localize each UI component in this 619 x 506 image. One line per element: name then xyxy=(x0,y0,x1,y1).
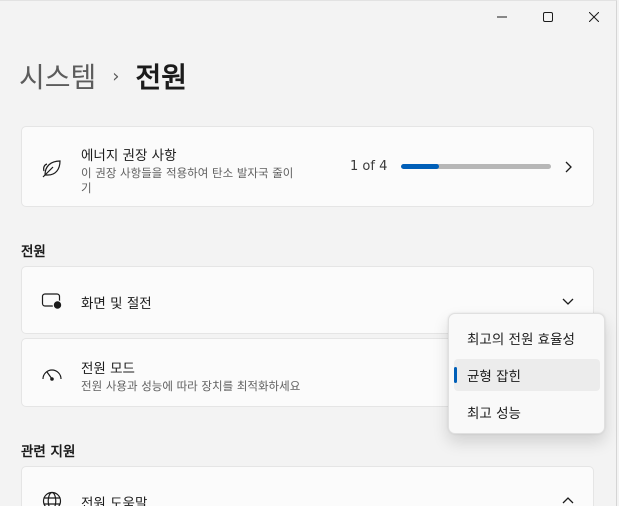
progress-bar xyxy=(401,164,552,169)
globe-icon xyxy=(40,489,64,506)
breadcrumb-parent[interactable]: 시스템 xyxy=(19,56,96,96)
power-help-title: 전원 도움말 xyxy=(81,496,148,506)
chevron-right-icon xyxy=(561,160,575,174)
breadcrumb: 시스템 › 전원 xyxy=(19,56,187,96)
energy-description-line1: 이 권장 사항들을 적용하여 탄소 발자국 줄이 xyxy=(81,166,294,180)
leaf-icon xyxy=(40,156,64,180)
power-mode-dropdown: 최고의 전원 효율성 균형 잡힌 최고 성능 xyxy=(448,313,605,434)
maximize-button[interactable] xyxy=(525,0,571,34)
section-label-power: 전원 xyxy=(21,244,46,260)
page-title: 전원 xyxy=(135,61,188,94)
power-mode-option-best-efficiency[interactable]: 최고의 전원 효율성 xyxy=(454,322,600,354)
option-label: 최고의 전원 효율성 xyxy=(467,332,575,348)
section-label-related-support: 관련 지원 xyxy=(21,444,76,460)
power-mode-option-balanced[interactable]: 균형 잡힌 xyxy=(454,359,600,391)
screen-sleep-title: 화면 및 절전 xyxy=(81,296,152,312)
energy-progress: 1 of 4 xyxy=(350,159,552,174)
energy-recommendations-card[interactable]: 에너지 권장 사항 이 권장 사항들을 적용하여 탄소 발자국 줄이 기 1 o… xyxy=(21,126,594,207)
maximize-icon xyxy=(543,12,553,22)
caption-buttons xyxy=(479,0,617,34)
power-mode-option-best-performance[interactable]: 최고 성능 xyxy=(454,396,600,428)
option-label: 균형 잡힌 xyxy=(467,369,521,385)
power-mode-description: 전원 사용과 성능에 따라 장치를 최적화하세요 xyxy=(81,379,301,393)
close-icon xyxy=(589,12,599,22)
minimize-icon xyxy=(497,16,507,18)
chevron-up-icon[interactable] xyxy=(561,494,575,506)
energy-description-line2: 기 xyxy=(81,181,92,195)
speedometer-icon xyxy=(40,362,64,386)
breadcrumb-separator: › xyxy=(112,65,120,87)
power-mode-title: 전원 모드 xyxy=(81,361,135,377)
close-button[interactable] xyxy=(571,0,617,34)
screen-sleep-icon xyxy=(40,289,64,313)
selection-indicator xyxy=(454,367,457,383)
chevron-down-icon[interactable] xyxy=(561,294,575,308)
energy-text: 에너지 권장 사항 이 권장 사항들을 적용하여 탄소 발자국 줄이 기 xyxy=(81,144,293,196)
progress-fill xyxy=(401,164,439,169)
progress-text: 1 of 4 xyxy=(350,159,388,174)
power-help-card[interactable]: 전원 도움말 xyxy=(21,466,594,506)
option-label: 최고 성능 xyxy=(467,406,521,422)
energy-title: 에너지 권장 사항 xyxy=(81,148,177,164)
minimize-button[interactable] xyxy=(479,0,525,34)
